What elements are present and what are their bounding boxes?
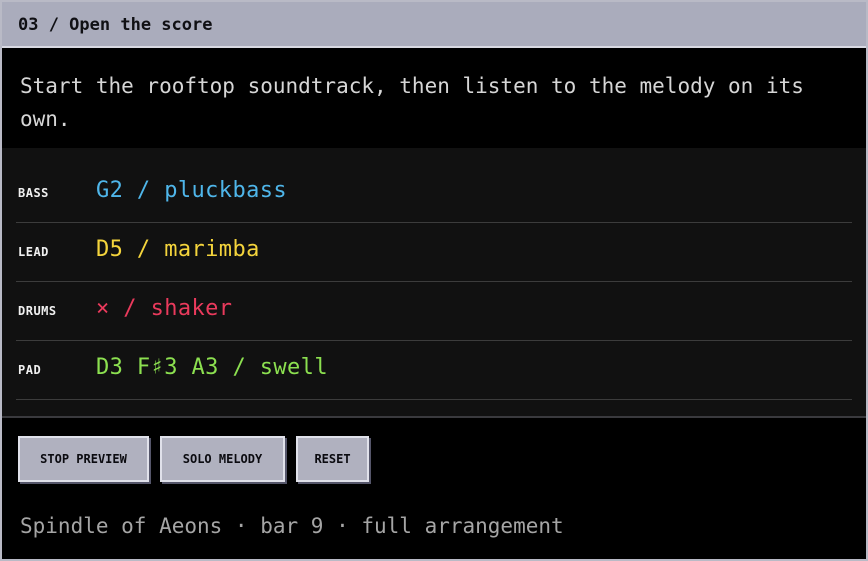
score-window: 03 / Open the score Start the rooftop so… <box>0 0 868 561</box>
track-row-bass: BASS G2 / pluckbass <box>16 164 852 223</box>
track-value-lead: D5 / marimba <box>96 237 260 262</box>
status-line: Spindle of Aeons · bar 9 · full arrangem… <box>20 514 564 538</box>
solo-melody-button[interactable]: SOLO MELODY <box>160 436 285 482</box>
window-title: 03 / Open the score <box>18 15 213 35</box>
track-value-pad: D3 F♯3 A3 / swell <box>96 355 328 380</box>
track-row-pad: PAD D3 F♯3 A3 / swell <box>16 341 852 400</box>
track-list: BASS G2 / pluckbass LEAD D5 / marimba DR… <box>2 148 866 418</box>
track-label-bass: BASS <box>18 186 49 200</box>
title-bar: 03 / Open the score <box>2 2 866 48</box>
track-row-lead: LEAD D5 / marimba <box>16 223 852 282</box>
stop-preview-button[interactable]: STOP PREVIEW <box>18 436 149 482</box>
track-row-drums: DRUMS × / shaker <box>16 282 852 341</box>
reset-button[interactable]: RESET <box>296 436 369 482</box>
track-value-drums: × / shaker <box>96 296 233 321</box>
track-label-drums: DRUMS <box>18 304 57 318</box>
track-value-bass: G2 / pluckbass <box>96 178 288 203</box>
track-label-lead: LEAD <box>18 245 49 259</box>
track-label-pad: PAD <box>18 363 42 377</box>
instructions-text: Start the rooftop soundtrack, then liste… <box>20 74 804 131</box>
